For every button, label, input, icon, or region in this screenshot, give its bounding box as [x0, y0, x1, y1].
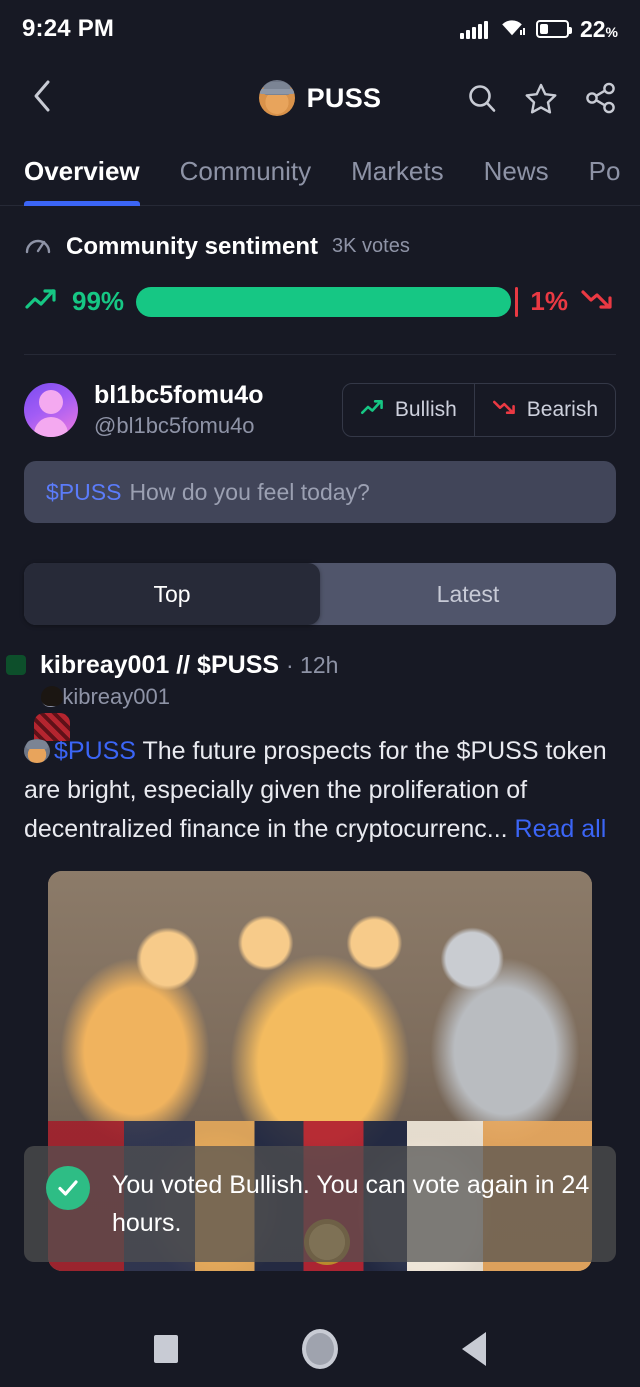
bullish-vote-label: Bullish: [394, 398, 457, 421]
vote-button-group: Bullish Bearish: [341, 383, 616, 437]
section-tabs: Overview Community Markets News Po: [0, 138, 640, 206]
trend-up-icon: [24, 285, 60, 318]
compose-user-row: bl1bc5fomu4o @bl1bc5fomu4o Bullish Beari…: [0, 355, 640, 439]
trend-down-icon: [492, 397, 518, 423]
cellular-signal-icon: [460, 20, 488, 39]
app-header: PUSS: [0, 58, 640, 138]
avatar-badge-icon: [6, 654, 26, 675]
feed-filter-latest[interactable]: Latest: [320, 563, 616, 625]
back-chevron-icon: [31, 79, 53, 118]
post-cashtag: $PUSS: [54, 737, 136, 765]
post-compose-input[interactable]: $PUSS How do you feel today?: [24, 461, 616, 523]
android-nav-bar: [0, 1310, 640, 1387]
compose-ticker: $PUSS: [46, 478, 122, 505]
sentiment-bar-bearish: [514, 286, 519, 317]
status-bar: 9:24 PM 22%: [0, 0, 640, 58]
post-timestamp: · 12h: [286, 652, 339, 678]
sentiment-bar-bullish: [136, 286, 511, 317]
puss-coin-logo-icon: [258, 80, 295, 116]
speedometer-icon: [24, 232, 52, 261]
compose-user-handle: @bl1bc5fomu4o: [94, 413, 255, 438]
bearish-vote-button[interactable]: Bearish: [473, 384, 615, 436]
trend-down-icon: [580, 285, 616, 318]
check-circle-icon: [46, 1166, 90, 1210]
tab-community[interactable]: Community: [180, 138, 311, 206]
post-author-text: kibreay001 // $PUSS: [40, 651, 280, 679]
compose-user-name: bl1bc5fomu4o: [94, 381, 264, 409]
share-icon[interactable]: [584, 82, 618, 114]
tab-overview[interactable]: Overview: [24, 138, 140, 206]
triangle-back-icon[interactable]: [462, 1331, 486, 1366]
post-author-meta: kibreay001 // $PUSS · 12h @kibreay001: [40, 651, 338, 710]
toast-message: You voted Bullish. You can vote again in…: [112, 1171, 590, 1237]
tab-news[interactable]: News: [484, 138, 549, 206]
cat-emoji-icon: [24, 739, 50, 763]
post-author-handle: @kibreay001: [40, 684, 170, 709]
bearish-vote-label: Bearish: [526, 398, 598, 421]
community-sentiment-section: Community sentiment 3K votes 99% 1%: [0, 206, 640, 318]
sentiment-bar: [136, 286, 519, 317]
sentiment-title: Community sentiment: [66, 232, 319, 260]
tab-markets[interactable]: Markets: [351, 138, 443, 206]
back-button[interactable]: [22, 78, 62, 118]
search-icon[interactable]: [466, 82, 498, 114]
circle-home-icon[interactable]: [302, 1328, 338, 1369]
bearish-percent: 1%: [530, 286, 568, 316]
bullish-percent: 99%: [72, 286, 125, 316]
status-bar-indicators: 22%: [460, 16, 618, 43]
post-body: $PUSS The future prospects for the $PUSS…: [24, 732, 616, 849]
post-header: kibreay001 // $PUSS · 12h @kibreay001: [6, 651, 616, 710]
sentiment-header: Community sentiment 3K votes: [24, 232, 616, 261]
trend-up-icon: [360, 397, 386, 423]
post-author-name: kibreay001 // $PUSS · 12h: [40, 651, 338, 680]
bullish-vote-button[interactable]: Bullish: [343, 384, 474, 436]
battery-percent: 22%: [579, 15, 618, 42]
read-all-link[interactable]: Read all: [515, 815, 607, 843]
battery-icon: [535, 20, 572, 38]
avatar[interactable]: [24, 383, 78, 437]
square-recents-icon[interactable]: [154, 1334, 178, 1363]
feed-filter-top[interactable]: Top: [24, 563, 320, 625]
toast-notification: You voted Bullish. You can vote again in…: [24, 1146, 616, 1262]
sentiment-votes: 3K votes: [332, 235, 410, 257]
page-title: PUSS: [306, 82, 382, 113]
header-actions: [466, 82, 618, 115]
compose-user-meta: bl1bc5fomu4o @bl1bc5fomu4o: [94, 381, 263, 439]
tab-portfolio[interactable]: Po: [589, 138, 621, 206]
feed-filter-toggle: Top Latest: [24, 563, 616, 625]
compose-placeholder: How do you feel today?: [129, 478, 370, 505]
star-icon[interactable]: [524, 82, 558, 115]
status-bar-clock: 9:24 PM: [22, 15, 115, 42]
wifi-icon: [499, 17, 525, 42]
app-screen: 9:24 PM 22% PUSS Overview Community Mark…: [0, 0, 640, 1387]
sentiment-bar-row: 99% 1%: [24, 285, 616, 318]
